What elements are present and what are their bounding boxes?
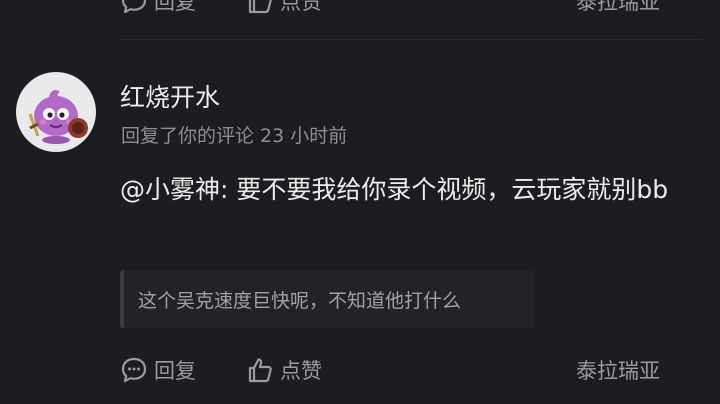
avatar-image xyxy=(28,90,88,144)
quoted-comment-text: 这个吴克速度巨快呢，不知道他打什么 xyxy=(138,289,462,312)
comment-text: @小雾神: 要不要我给你录个视频，云玩家就别bb xyxy=(120,175,669,204)
reply-meta: 回复了你的评论 23 小时前 xyxy=(121,125,348,147)
speech-bubble-icon xyxy=(121,0,147,14)
like-label: 点赞 xyxy=(280,359,322,383)
like-label-top: 点赞 xyxy=(280,0,322,14)
location-tag[interactable]: 泰拉瑞亚 xyxy=(576,355,660,385)
reply-button-top[interactable]: 回复 xyxy=(120,0,196,16)
like-button-top[interactable]: 点赞 xyxy=(246,0,322,16)
reply-label: 回复 xyxy=(154,359,196,383)
avatar[interactable] xyxy=(16,72,96,152)
reply-label-top: 回复 xyxy=(154,0,196,14)
location-label-top: 泰拉瑞亚 xyxy=(576,0,660,14)
comment-divider xyxy=(120,39,702,40)
username[interactable]: 红烧开水 xyxy=(120,78,220,114)
location-tag-top[interactable]: 泰拉瑞亚 xyxy=(576,0,660,16)
thumbs-up-icon xyxy=(248,358,272,383)
quoted-comment[interactable]: 这个吴克速度巨快呢，不知道他打什么 xyxy=(120,270,534,328)
speech-bubble-icon xyxy=(121,357,147,383)
like-button[interactable]: 点赞 xyxy=(246,355,322,385)
comment-actions: 回复 点赞 泰拉瑞亚 xyxy=(0,355,720,387)
thumbs-up-icon xyxy=(248,0,272,14)
location-label: 泰拉瑞亚 xyxy=(576,359,660,383)
previous-comment-actions: 回复 点赞 泰拉瑞亚 xyxy=(0,0,720,16)
reply-button[interactable]: 回复 xyxy=(120,355,196,385)
